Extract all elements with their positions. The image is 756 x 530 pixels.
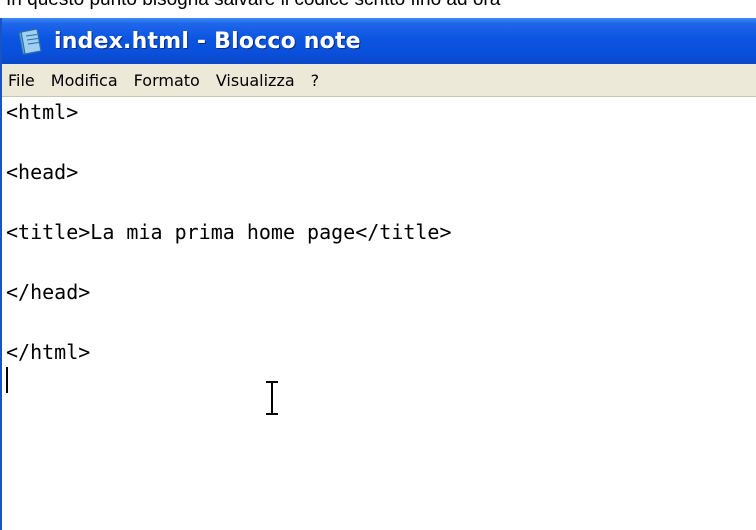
menu-formato[interactable]: Formato	[126, 71, 208, 90]
text-caret	[6, 367, 8, 393]
window-title: index.html - Blocco note	[54, 28, 361, 54]
menu-bar: File Modifica Formato Visualizza ?	[2, 64, 756, 97]
editor-line: <head>	[6, 160, 79, 184]
editor-line: </head>	[6, 280, 91, 304]
text-editor[interactable]: <html> <head> <title>La mia prima home p…	[2, 97, 756, 530]
notepad-icon	[18, 28, 42, 55]
editor-line: </html>	[6, 340, 91, 364]
editor-line: <html>	[6, 100, 79, 124]
title-bar[interactable]: index.html - Blocco note	[2, 18, 756, 64]
menu-visualizza[interactable]: Visualizza	[208, 71, 303, 90]
menu-modifica[interactable]: Modifica	[43, 71, 126, 90]
notepad-window: index.html - Blocco note File Modifica F…	[0, 18, 756, 530]
editor-line: <title>La mia prima home page</title>	[6, 220, 452, 244]
background-caption: In questo punto bisogna salvare il codic…	[0, 0, 756, 18]
menu-file[interactable]: File	[2, 71, 43, 90]
background-caption-text: In questo punto bisogna salvare il codic…	[6, 0, 500, 11]
ibeam-cursor-icon	[266, 381, 278, 415]
menu-help[interactable]: ?	[303, 71, 328, 90]
